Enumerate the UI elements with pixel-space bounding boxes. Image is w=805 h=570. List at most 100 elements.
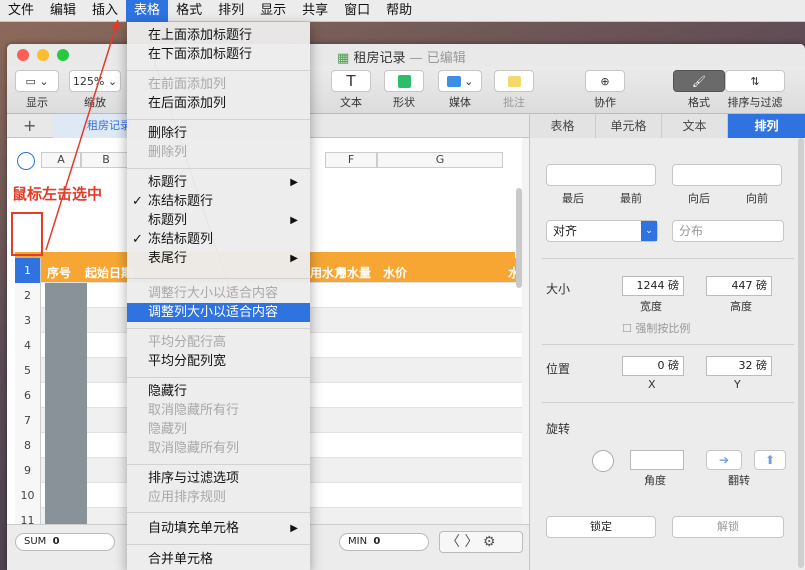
frozen-column-cell[interactable] — [45, 308, 87, 333]
frozen-column-cell[interactable] — [45, 383, 87, 408]
row-number[interactable]: 5 — [15, 358, 41, 383]
frozen-column-cell[interactable] — [45, 283, 87, 308]
menu-item[interactable]: 在前面添加列 — [127, 75, 310, 94]
frozen-column-cell[interactable] — [45, 358, 87, 383]
menu-file[interactable]: 文件 — [0, 0, 42, 22]
send-to-back-label[interactable]: 最后 — [562, 190, 584, 206]
menu-item[interactable]: 标题列 ▶ — [127, 211, 310, 230]
menu-arrange[interactable]: 排列 — [210, 0, 252, 22]
menu-window[interactable]: 窗口 — [336, 0, 378, 22]
row-number[interactable]: 8 — [15, 433, 41, 458]
menu-item[interactable]: 取消隐藏所有行 — [127, 401, 310, 420]
row-number[interactable]: 4 — [15, 333, 41, 358]
align-select[interactable]: 对齐 ⌄ — [546, 220, 658, 242]
rotate-dial-icon[interactable] — [592, 450, 614, 472]
nav-controls[interactable]: 〈 〉 ⚙ — [439, 531, 523, 553]
menu-item[interactable]: 取消隐藏所有列 — [127, 439, 310, 458]
distribute-select[interactable]: 分布 — [672, 220, 784, 242]
close-button[interactable] — [17, 49, 29, 61]
row-number[interactable]: 6 — [15, 383, 41, 408]
frozen-column-cell[interactable] — [45, 333, 87, 358]
header-cell[interactable]: 用水量 — [335, 264, 371, 281]
menu-edit[interactable]: 编辑 — [42, 0, 84, 22]
column-header-g[interactable]: G — [377, 152, 503, 168]
frozen-column-cell[interactable] — [45, 483, 87, 508]
menu-item[interactable]: 调整列大小以适合内容 — [127, 303, 310, 322]
tab-arrange[interactable]: 排列 — [728, 114, 805, 138]
menu-item[interactable]: 删除行 — [127, 124, 310, 143]
bring-to-front-label[interactable]: 最前 — [620, 190, 642, 206]
zoom-button[interactable] — [57, 49, 69, 61]
menu-item[interactable]: 在上面添加标题行 — [127, 26, 310, 45]
inspector-scrollbar[interactable] — [798, 138, 804, 568]
menu-item[interactable]: 应用排序规则 — [127, 488, 310, 507]
bring-forward-label[interactable]: 向前 — [746, 190, 768, 206]
width-field[interactable]: 1244 磅 — [622, 276, 684, 296]
min-pill[interactable]: MIN 0 — [339, 533, 429, 551]
minimize-button[interactable] — [37, 49, 49, 61]
send-backward-label[interactable]: 向后 — [688, 190, 710, 206]
frozen-column-cell[interactable] — [45, 458, 87, 483]
menu-item[interactable]: 表尾行 ▶ — [127, 249, 310, 268]
menu-insert[interactable]: 插入 — [84, 0, 126, 22]
tab-text[interactable]: 文本 — [662, 114, 728, 138]
sheet-tab[interactable]: 租房记录 — [53, 114, 133, 138]
column-header-a[interactable]: A — [41, 152, 81, 168]
frozen-column-cell[interactable] — [45, 433, 87, 458]
column-header-f[interactable]: F — [325, 152, 377, 168]
flip-vertical-icon[interactable]: ⬆ — [754, 450, 786, 470]
add-sheet-icon[interactable]: + — [23, 116, 36, 135]
menu-item[interactable]: 调整行大小以适合内容 — [127, 284, 310, 303]
column-header-b[interactable]: B — [81, 152, 131, 168]
sum-pill[interactable]: SUM 0 — [15, 533, 115, 551]
menu-item[interactable]: 合并单元格 — [127, 550, 310, 569]
zoom-select[interactable]: 125% ⌄ — [69, 70, 121, 92]
menu-help[interactable]: 帮助 — [378, 0, 420, 22]
comment-button[interactable] — [494, 70, 534, 92]
menu-item[interactable]: ✓ 冻结标题行 — [127, 192, 310, 211]
row-number[interactable]: 9 — [15, 458, 41, 483]
row-number[interactable]: 3 — [15, 308, 41, 333]
row-number[interactable]: 7 — [15, 408, 41, 433]
vertical-scrollbar[interactable] — [516, 188, 522, 288]
constrain-proportions-checkbox[interactable]: ☐ 强制按比例 — [622, 320, 690, 336]
menu-item[interactable]: 删除列 — [127, 143, 310, 162]
shape-button[interactable] — [384, 70, 424, 92]
header-cell[interactable]: 水价 — [383, 264, 407, 281]
chevron-left-icon[interactable]: 〈 — [446, 534, 460, 550]
menu-item[interactable]: 标题行 ▶ — [127, 173, 310, 192]
x-field[interactable]: 0 磅 — [622, 356, 684, 376]
sort-filter-button[interactable]: ⇅ — [725, 70, 785, 92]
menu-view[interactable]: 显示 — [252, 0, 294, 22]
menu-table[interactable]: 表格 — [126, 0, 169, 22]
text-button[interactable]: T — [331, 70, 371, 92]
menu-item[interactable]: 在后面添加列 — [127, 94, 310, 113]
unlock-button[interactable]: 解锁 — [672, 516, 784, 538]
header-cell[interactable]: 起始日期 — [85, 264, 133, 281]
format-button[interactable]: 🖌 — [673, 70, 725, 92]
y-field[interactable]: 32 磅 — [706, 356, 772, 376]
menu-item[interactable]: 平均分配行高 — [127, 333, 310, 352]
menu-item[interactable]: 平均分配列宽 — [127, 352, 310, 371]
frozen-column-cell[interactable] — [45, 408, 87, 433]
menu-item[interactable]: 自动填充单元格 ▶ — [127, 519, 310, 538]
menu-item[interactable]: ✓ 冻结标题列 — [127, 230, 310, 249]
height-field[interactable]: 447 磅 — [706, 276, 772, 296]
gear-icon[interactable]: ⚙ — [483, 534, 496, 550]
header-cell[interactable]: 序号 — [47, 264, 71, 281]
menu-item[interactable]: 排序与过滤选项 — [127, 469, 310, 488]
menu-item[interactable]: 在下面添加标题行 — [127, 45, 310, 64]
media-button[interactable]: ⌄ — [438, 70, 482, 92]
tab-cell[interactable]: 单元格 — [596, 114, 662, 138]
menu-share[interactable]: 共享 — [294, 0, 336, 22]
collaborate-button[interactable]: ⊕ — [585, 70, 625, 92]
row-number[interactable]: 10 — [15, 483, 41, 508]
view-button[interactable]: ▭ ⌄ — [15, 70, 59, 92]
flip-horizontal-icon[interactable]: ➔ — [706, 450, 742, 470]
menu-format[interactable]: 格式 — [168, 0, 210, 22]
angle-field[interactable] — [630, 450, 684, 470]
row-number[interactable]: 2 — [15, 283, 41, 308]
chevron-right-icon[interactable]: 〉 — [464, 534, 478, 550]
select-table-handle-icon[interactable] — [17, 152, 35, 170]
tab-table[interactable]: 表格 — [530, 114, 596, 138]
